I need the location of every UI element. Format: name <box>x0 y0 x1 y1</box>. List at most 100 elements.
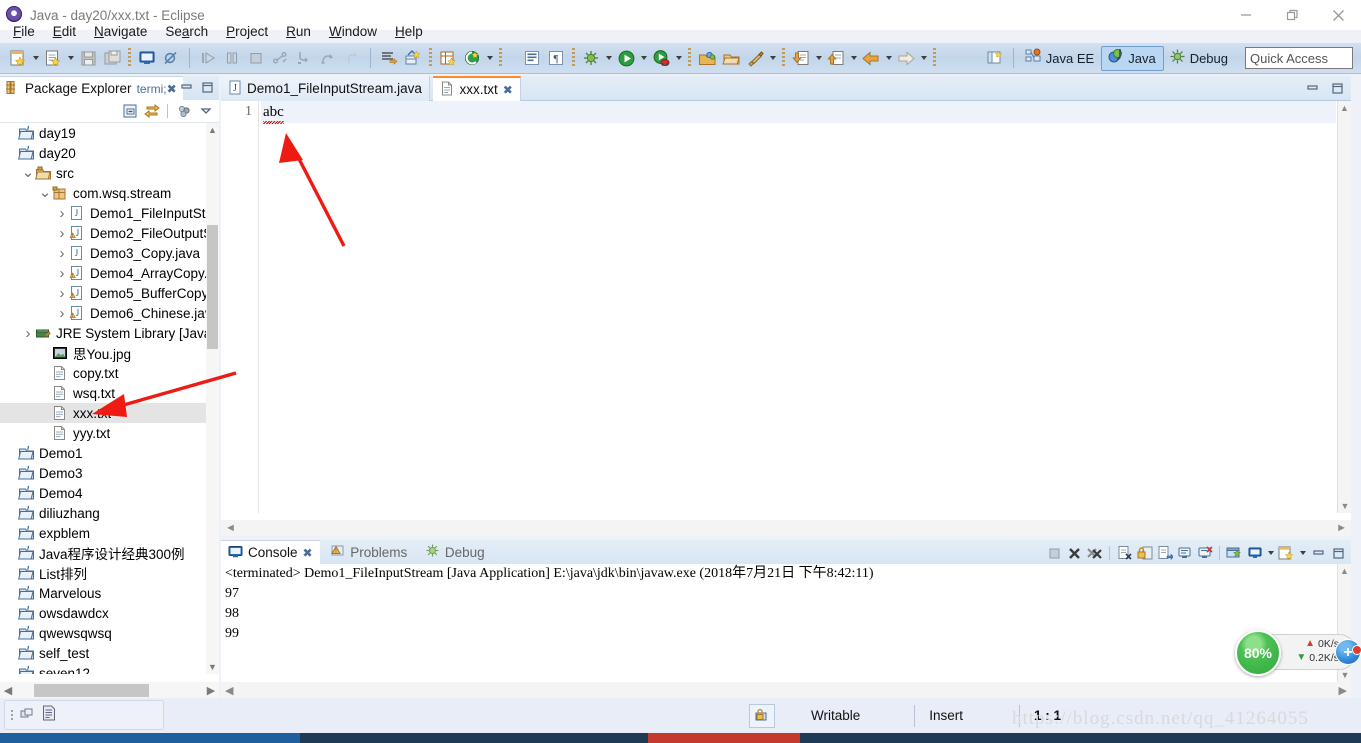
tree-item[interactable]: Demo4 <box>0 483 219 503</box>
minimize-view-icon[interactable] <box>1309 544 1328 563</box>
console-view-icon[interactable] <box>136 47 158 69</box>
word-wrap-icon[interactable] <box>1155 544 1174 563</box>
collapse-all-icon[interactable] <box>120 102 139 121</box>
remove-all-launches-icon[interactable] <box>1085 544 1104 563</box>
tree-vertical-scrollbar[interactable]: ▲ ▼ <box>206 123 219 674</box>
tab-problems[interactable]: ! Problems <box>323 540 414 564</box>
new-element-dropdown-arrow[interactable] <box>65 47 76 69</box>
chevron-down-icon[interactable]: ⌄ <box>21 165 35 180</box>
last-edit-dropdown-arrow[interactable] <box>848 47 859 69</box>
editor-tab-demo1[interactable]: J Demo1_FileInputStream.java <box>221 76 430 101</box>
tree-item[interactable]: › J! Demo4_ArrayCopy.ja <box>0 263 219 283</box>
tree-item[interactable]: seven12 <box>0 663 219 674</box>
project-tree[interactable]: day19 day20 ⌄ src ⌄ com.wsq.stream › J Demo1_Fil… <box>0 123 219 674</box>
close-view-icon[interactable]: termi;✖ <box>137 82 177 96</box>
debug-icon[interactable] <box>580 47 602 69</box>
link-with-editor-icon[interactable] <box>142 102 161 121</box>
chevron-right-icon[interactable]: › <box>55 285 69 302</box>
tree-item[interactable]: copy.txt <box>0 363 219 383</box>
tree-item[interactable]: › J! Demo5_BufferCopy.j <box>0 283 219 303</box>
coverage-icon[interactable] <box>650 47 672 69</box>
debug-dropdown-arrow[interactable] <box>603 47 614 69</box>
new-console-view-icon[interactable] <box>1277 544 1296 563</box>
scroll-lock-icon[interactable] <box>1135 544 1154 563</box>
editor-scroll-right[interactable]: ► <box>1332 522 1351 534</box>
tree-item[interactable]: yyy.txt <box>0 423 219 443</box>
search-dropdown-arrow[interactable] <box>767 47 778 69</box>
minimize-editor-icon[interactable] <box>1303 79 1322 98</box>
previous-edit-icon[interactable] <box>790 47 812 69</box>
tree-item[interactable]: ⌄ src <box>0 163 219 183</box>
back-icon[interactable] <box>860 47 882 69</box>
maximize-view-icon[interactable] <box>1329 544 1348 563</box>
forward-dropdown-arrow[interactable] <box>918 47 929 69</box>
tree-item[interactable]: diliuzhang <box>0 503 219 523</box>
console-scroll-left[interactable]: ◀ <box>221 684 237 697</box>
console-body[interactable]: <terminated> Demo1_FileInputStream [Java… <box>221 564 1351 698</box>
menu-search[interactable]: Search <box>156 22 217 41</box>
tree-item[interactable]: List排列 <box>0 563 219 583</box>
new-wizard-icon[interactable] <box>7 47 29 69</box>
menu-help[interactable]: Help <box>386 22 432 41</box>
tree-item[interactable]: xxx.txt <box>0 403 219 423</box>
network-speed-widget[interactable]: 80% ▲ 0K/s ▼ 0.2K/s + <box>1235 630 1361 676</box>
tree-item[interactable]: self_test <box>0 643 219 663</box>
writable-lock-icon[interactable] <box>749 703 775 728</box>
menu-window[interactable]: Window <box>320 22 386 41</box>
chevron-right-icon[interactable]: › <box>55 265 69 282</box>
toggle-mark-occurrences-icon[interactable] <box>521 47 543 69</box>
run-dropdown-arrow[interactable] <box>638 47 649 69</box>
chevron-down-icon[interactable]: ⌄ <box>38 185 52 200</box>
previous-edit-dropdown-arrow[interactable] <box>813 47 824 69</box>
tree-item[interactable]: › J Demo3_Copy.java <box>0 243 219 263</box>
open-perspective-icon[interactable] <box>984 47 1006 69</box>
tree-item[interactable]: owsdawdcx <box>0 603 219 623</box>
view-menu-dots-icon[interactable] <box>174 102 193 121</box>
open-task-icon[interactable] <box>696 47 718 69</box>
menu-edit[interactable]: Edit <box>44 22 85 41</box>
show-whitespace-icon[interactable]: ¶ <box>545 47 567 69</box>
add-widget-icon[interactable]: + <box>1335 639 1361 665</box>
tree-item[interactable]: › J! Demo6_Chinese.java <box>0 303 219 323</box>
console-horizontal-scrollbar[interactable]: ◀ ▶ <box>221 682 1351 698</box>
tree-hscroll-thumb[interactable] <box>34 683 149 697</box>
tab-package-explorer[interactable]: Package Explorer termi;✖ <box>0 76 183 100</box>
menu-file[interactable]: File <box>4 22 44 41</box>
editor-horizontal-scrollbar[interactable]: ◄ ► <box>221 520 1351 536</box>
new-java-project-icon[interactable] <box>437 47 459 69</box>
chevron-right-icon[interactable]: › <box>55 245 69 262</box>
new-element-icon[interactable] <box>42 47 64 69</box>
editor-scroll-left[interactable]: ◄ <box>221 522 240 534</box>
editor-icon[interactable] <box>41 705 58 726</box>
tree-item[interactable]: › J! Demo2_FileOutputSt <box>0 223 219 243</box>
pin-dropdown-arrow[interactable] <box>1265 542 1276 564</box>
close-tab-icon[interactable]: ✖ <box>503 83 513 97</box>
remove-launch-icon[interactable] <box>1065 544 1084 563</box>
show-console-icon[interactable] <box>1175 544 1194 563</box>
new-dropdown-arrow[interactable] <box>30 47 41 69</box>
editor-vertical-scrollbar[interactable]: ▲ ▼ <box>1337 101 1351 513</box>
skip-breakpoints-icon[interactable] <box>160 47 182 69</box>
editor-line-1[interactable]: abc <box>261 101 1336 124</box>
netspeed-percent-circle[interactable]: 80% <box>1235 630 1281 676</box>
tree-item[interactable]: › JRE System Library [JavaSE <box>0 323 219 343</box>
close-tab-icon[interactable]: ✖ <box>303 546 313 560</box>
perspective-java-ee[interactable]: Java EE <box>1020 46 1101 71</box>
tree-item[interactable]: 思You.jpg <box>0 343 219 363</box>
tree-item[interactable]: ⌄ com.wsq.stream <box>0 183 219 203</box>
minimize-view-icon[interactable] <box>177 78 196 97</box>
quick-access-input[interactable]: Quick Access <box>1245 47 1353 69</box>
tree-scroll-thumb[interactable] <box>207 225 218 349</box>
display-selected-console-icon[interactable] <box>1195 544 1214 563</box>
tree-item[interactable]: day19 <box>0 123 219 143</box>
coverage-dropdown-arrow[interactable] <box>673 47 684 69</box>
chevron-right-icon[interactable]: › <box>21 325 35 342</box>
editor-tab-xxx-txt[interactable]: xxx.txt ✖ <box>433 76 521 101</box>
new-java-package-icon[interactable] <box>402 47 424 69</box>
maximize-view-icon[interactable] <box>198 78 217 97</box>
maximize-editor-icon[interactable] <box>1328 79 1347 98</box>
pin-console-icon[interactable] <box>1245 544 1264 563</box>
open-type-dropdown-arrow[interactable] <box>484 47 495 69</box>
tab-console[interactable]: Console ✖ <box>221 540 320 564</box>
console-scroll-right[interactable]: ▶ <box>1335 684 1351 697</box>
